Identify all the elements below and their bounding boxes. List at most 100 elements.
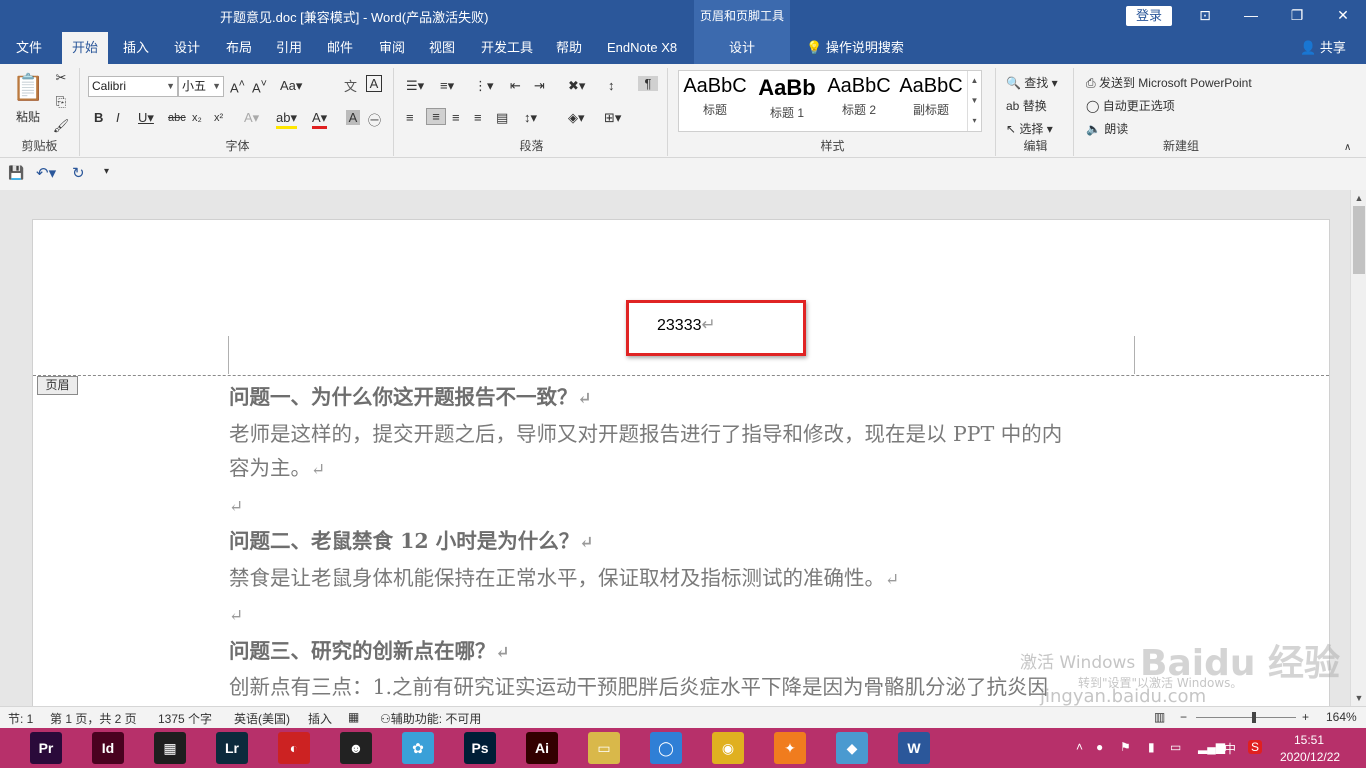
- send-to-powerpoint-button[interactable]: ⎙ 发送到 Microsoft PowerPoint: [1086, 74, 1252, 91]
- multilevel-list-icon[interactable]: ⋮▾: [474, 78, 494, 94]
- taskbar-app-icon[interactable]: ◐: [278, 732, 310, 764]
- insert-mode[interactable]: 插入: [308, 710, 332, 727]
- zoom-slider[interactable]: [1196, 717, 1296, 718]
- tab-help[interactable]: 帮助: [550, 32, 588, 64]
- text-effects-icon[interactable]: A▾: [244, 110, 259, 126]
- distributed-icon[interactable]: ▤: [496, 110, 508, 126]
- tab-view[interactable]: 视图: [423, 32, 461, 64]
- replace-button[interactable]: ab 替换: [1006, 97, 1047, 114]
- taskbar-app-icon[interactable]: ✿: [402, 732, 434, 764]
- taskbar-app-icon[interactable]: W: [898, 732, 930, 764]
- underline-icon[interactable]: U▾: [138, 110, 154, 126]
- question-heading[interactable]: 问题三、研究的创新点在哪？↵: [229, 634, 1139, 671]
- taskbar-app-icon[interactable]: ▭: [588, 732, 620, 764]
- close-button[interactable]: ✕: [1320, 0, 1366, 32]
- style-title[interactable]: AaBbC 标题: [679, 75, 751, 118]
- copy-icon[interactable]: ⎘: [52, 94, 70, 110]
- borders-icon[interactable]: ⊞▾: [604, 110, 621, 126]
- scroll-thumb[interactable]: [1353, 206, 1365, 274]
- undo-icon[interactable]: ↶▾: [36, 164, 56, 182]
- cut-icon[interactable]: ✂: [52, 70, 70, 86]
- macro-icon[interactable]: ▦: [348, 710, 359, 724]
- taskbar-app-icon[interactable]: ☻: [340, 732, 372, 764]
- style-heading-1[interactable]: AaBb 标题 1: [751, 75, 823, 121]
- tab-header-footer-design[interactable]: 设计: [694, 32, 790, 64]
- taskbar-app-icon[interactable]: Id: [92, 732, 124, 764]
- scroll-down-icon[interactable]: ▼: [1351, 693, 1366, 703]
- question-heading[interactable]: 问题二、老鼠禁食 12 小时是为什么？↵: [229, 524, 1139, 561]
- redo-icon[interactable]: ↻: [72, 164, 85, 182]
- taskbar-app-icon[interactable]: Lr: [216, 732, 248, 764]
- phonetic-guide-icon[interactable]: 文: [344, 76, 357, 95]
- bullets-icon[interactable]: ☰▾: [406, 78, 424, 94]
- body-paragraph[interactable]: 容为主。↵: [229, 451, 1139, 488]
- grow-font-icon[interactable]: A˄: [230, 78, 245, 95]
- style-heading-2[interactable]: AaBbC 标题 2: [823, 75, 895, 118]
- justify-icon[interactable]: ≡: [474, 110, 482, 125]
- taskbar-app-icon[interactable]: ▦: [154, 732, 186, 764]
- page-indicator[interactable]: 第 1 页，共 2 页: [50, 710, 137, 727]
- decrease-indent-icon[interactable]: ⇤: [510, 78, 521, 94]
- body-paragraph[interactable]: 老师是这样的，提交开题之后，导师又对开题报告进行了指导和修改，现在是以 PPT …: [229, 417, 1139, 452]
- word-count[interactable]: 1375 个字: [158, 710, 212, 727]
- sort-icon[interactable]: ↕: [608, 78, 615, 93]
- tab-home[interactable]: 开始: [62, 32, 109, 64]
- restore-button[interactable]: ❐: [1274, 0, 1320, 32]
- question-heading[interactable]: 问题一、为什么你这开题报告不一致？↵: [229, 380, 1139, 417]
- font-color-icon[interactable]: A▾: [312, 110, 328, 129]
- tab-layout[interactable]: 布局: [220, 32, 258, 64]
- taskbar-app-icon[interactable]: ◆: [836, 732, 868, 764]
- bold-icon[interactable]: B: [94, 110, 103, 125]
- ime-indicator[interactable]: 中: [1224, 740, 1236, 757]
- tab-developer[interactable]: 开发工具: [475, 32, 539, 64]
- numbering-icon[interactable]: ≡▾: [440, 78, 454, 94]
- qq-tray-icon[interactable]: ●: [1096, 740, 1103, 754]
- body-paragraph[interactable]: 创新点有三点：1.之前有研究证实运动干预肥胖后炎症水平下降是因为骨骼肌分泌了抗炎…: [229, 670, 1139, 705]
- center-icon[interactable]: ≡: [426, 108, 446, 125]
- taskbar-app-icon[interactable]: ◉: [712, 732, 744, 764]
- character-border-icon[interactable]: A: [366, 75, 382, 92]
- minimize-button[interactable]: —: [1228, 0, 1274, 32]
- select-button[interactable]: ↖ 选择 ▾: [1006, 120, 1053, 137]
- highlight-icon[interactable]: ab▾: [276, 110, 297, 129]
- enclose-character-icon[interactable]: ㊀: [368, 110, 381, 129]
- tell-me-search[interactable]: 💡 操作说明搜索: [800, 32, 910, 64]
- strikethrough-icon[interactable]: abc: [168, 112, 186, 124]
- taskbar-app-icon[interactable]: ✦: [774, 732, 806, 764]
- line-spacing-icon[interactable]: ↕▾: [524, 110, 537, 126]
- section-indicator[interactable]: 节: 1: [8, 710, 33, 727]
- share-button[interactable]: 👤 共享: [1294, 32, 1352, 64]
- body-paragraph[interactable]: ↵: [229, 488, 1139, 525]
- taskbar-app-icon[interactable]: Ai: [526, 732, 558, 764]
- asian-layout-icon[interactable]: ✖▾: [568, 78, 585, 94]
- clock-time[interactable]: 15:51: [1294, 733, 1324, 747]
- tab-review[interactable]: 审阅: [373, 32, 411, 64]
- paste-icon[interactable]: 📋: [12, 72, 44, 103]
- tab-file[interactable]: 文件: [10, 32, 48, 64]
- shading-icon[interactable]: ◈▾: [568, 110, 585, 126]
- customize-qat-icon[interactable]: ▾: [104, 166, 109, 177]
- change-case-icon[interactable]: Aa▾: [280, 78, 302, 94]
- vertical-scrollbar[interactable]: ▲ ▼: [1350, 190, 1366, 706]
- read-aloud-button[interactable]: 🔈 朗读: [1086, 120, 1128, 137]
- language-indicator[interactable]: 英语(美国): [234, 710, 290, 727]
- usb-tray-icon[interactable]: ▮: [1148, 740, 1155, 754]
- style-subtitle[interactable]: AaBbC 副标题: [895, 75, 967, 118]
- scroll-up-icon[interactable]: ▲: [1351, 193, 1366, 203]
- wifi-tray-icon[interactable]: ▂▄▆: [1198, 740, 1225, 754]
- character-shading-icon[interactable]: A: [346, 110, 360, 125]
- zoom-level[interactable]: 164%: [1326, 710, 1357, 724]
- document-body[interactable]: 问题一、为什么你这开题报告不一致？↵ 老师是这样的，提交开题之后，导师又对开题报告…: [229, 380, 1139, 706]
- taskbar-app-icon[interactable]: Pr: [30, 732, 62, 764]
- show-marks-icon[interactable]: ¶: [638, 76, 658, 91]
- styles-scroll-icon[interactable]: ▲ ▼ ▾: [967, 71, 981, 131]
- flag-tray-icon[interactable]: ⚑: [1120, 740, 1131, 754]
- body-paragraph[interactable]: 禁食是让老鼠身体机能保持在正常水平，保证取材及指标测试的准确性。↵: [229, 561, 1139, 598]
- format-painter-icon[interactable]: 🖌: [52, 118, 70, 134]
- taskbar-app-icon[interactable]: Ps: [464, 732, 496, 764]
- sogou-ime-icon[interactable]: S: [1248, 740, 1263, 754]
- save-icon[interactable]: 💾: [8, 165, 24, 181]
- font-name-select[interactable]: Calibri ▼: [88, 76, 178, 97]
- subscript-icon[interactable]: x₂: [192, 112, 202, 124]
- tab-endnote[interactable]: EndNote X8: [601, 32, 683, 64]
